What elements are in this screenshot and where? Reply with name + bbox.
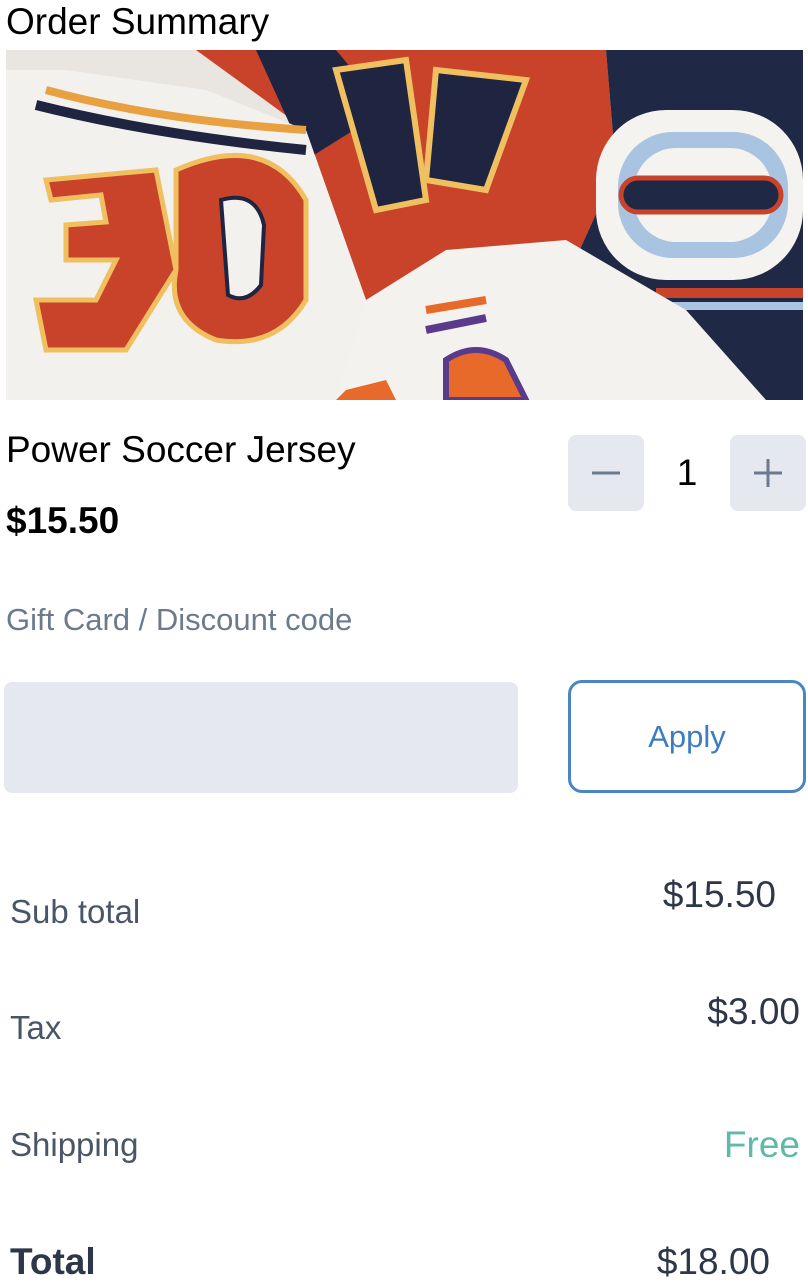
total-label: Total <box>10 1241 96 1282</box>
quantity-increase-button[interactable] <box>730 435 806 511</box>
tax-label: Tax <box>10 1009 62 1046</box>
quantity-decrease-button[interactable] <box>568 435 644 511</box>
product-image <box>6 50 803 400</box>
subtotal-value: $15.50 <box>662 874 776 915</box>
apply-button[interactable]: Apply <box>568 680 806 793</box>
page-title: Order Summary <box>6 1 270 42</box>
quantity-value: 1 <box>676 452 698 493</box>
shipping-value: Free <box>723 1124 800 1165</box>
tax-value: $3.00 <box>707 991 800 1032</box>
shipping-label: Shipping <box>10 1126 139 1163</box>
total-value: $18.00 <box>656 1241 770 1282</box>
subtotal-label: Sub total <box>10 893 141 930</box>
discount-code-label: Gift Card / Discount code <box>6 602 353 637</box>
plus-icon <box>754 459 782 487</box>
product-price: $15.50 <box>6 500 120 541</box>
product-name: Power Soccer Jersey <box>6 429 356 470</box>
minus-icon <box>592 471 620 475</box>
discount-code-input[interactable] <box>4 682 518 793</box>
